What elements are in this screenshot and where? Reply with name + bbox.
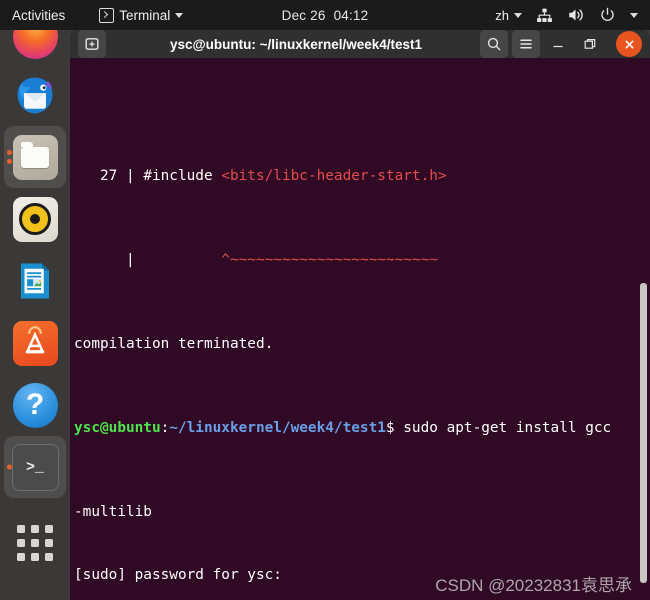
grid-icon [17,525,53,561]
scrollbar-thumb[interactable] [640,283,647,583]
network-wired-icon [537,8,552,22]
terminal-line: | ^~~~~~~~~~~~~~~~~~~~~~~~~ [74,250,650,271]
dock-item-rhythmbox[interactable] [0,188,70,250]
input-source-label: zh [495,7,509,23]
maximize-button[interactable] [576,30,604,58]
menu-button[interactable] [512,30,540,58]
dock-item-thunderbird[interactable] [0,64,70,126]
line-seg: [sudo] password for ysc: [74,567,282,583]
terminal-scrollbar[interactable] [640,58,649,600]
dock-item-help[interactable]: ? [0,374,70,436]
files-icon [12,134,58,180]
prompt-path: ~/linuxkernel/week4/test1 [169,420,386,436]
restore-icon [584,39,596,49]
panel-app-menu[interactable]: Terminal [91,0,191,30]
prompt-colon: : [160,420,170,436]
new-tab-icon [85,38,99,50]
thunderbird-icon [13,73,58,118]
activities-label: Activities [12,7,66,23]
terminal-prompt-line: ysc@ubuntu:~/linuxkernel/week4/test1$ su… [74,418,650,439]
close-button[interactable] [616,31,642,57]
rhythmbox-icon [12,196,58,242]
terminal-icon: >_ [11,443,59,491]
activities-button[interactable]: Activities [0,0,73,30]
screen: Activities Terminal Dec 26 04:12 zh ? >_… [0,0,650,600]
terminal-output-area[interactable]: 27 | #include <bits/libc-header-start.h>… [70,58,650,600]
line-seg: #include [143,168,222,184]
terminal-line: -multilib [74,502,650,523]
clock-time: 04:12 [333,7,369,23]
line-seg: <bits/libc-header-start.h> [221,168,447,184]
line-seg: 27 | [74,168,144,184]
gnome-top-panel: Activities Terminal Dec 26 04:12 zh [0,0,650,30]
minimize-button[interactable] [544,30,572,58]
line-seg: -multilib [74,504,152,520]
line-seg: | [74,252,222,268]
clock-date: Dec 26 [281,7,326,23]
ubuntu-dock: ? >_ [0,13,70,600]
close-icon [625,40,633,48]
line-seg: compilation terminated. [74,336,274,352]
panel-app-label: Terminal [119,7,171,23]
new-tab-button[interactable] [78,30,106,58]
ubuntu-software-icon [12,320,58,366]
running-indicator [7,150,12,164]
volume-icon [569,9,583,21]
terminal-line: 27 | #include <bits/libc-header-start.h> [74,166,650,187]
input-source-indicator[interactable]: zh [489,0,528,30]
power-button[interactable] [593,0,622,30]
terminal-line: [sudo] password for ysc: [74,565,650,586]
dock-item-ubuntu-software[interactable] [0,312,70,374]
show-applications-button[interactable] [0,512,70,574]
line-seg: ^~~~~~~~~~~~~~~~~~~~~~~~~ [221,252,438,268]
prompt-command: sudo apt-get install gcc [394,420,612,436]
hamburger-menu-icon [520,39,532,49]
volume-button[interactable] [561,0,591,30]
window-title: ysc@ubuntu: ~/linuxkernel/week4/test1 [169,36,423,52]
chevron-down-icon [175,12,184,18]
chevron-down-icon [514,12,522,18]
help-icon: ? [12,382,58,428]
terminal-icon [99,7,115,23]
dock-item-libreoffice-writer[interactable] [0,250,70,312]
network-wired-button[interactable] [530,0,559,30]
terminal-text: 27 | #include <bits/libc-header-start.h>… [72,103,650,600]
terminal-window: ysc@ubuntu: ~/linuxkernel/week4/test1 27… [70,30,650,600]
dock-item-terminal[interactable]: >_ [4,436,66,498]
system-menu-button[interactable] [624,0,644,30]
dock-item-firefox[interactable] [0,13,70,64]
prompt-user: ysc@ubuntu [74,420,161,436]
terminal-line: compilation terminated. [74,334,650,355]
dock-item-files[interactable] [4,126,66,188]
libreoffice-writer-icon [13,259,58,304]
search-button[interactable] [480,30,508,58]
prompt-dollar: $ [385,420,395,436]
minimize-icon [553,45,563,48]
terminal-titlebar: ysc@ubuntu: ~/linuxkernel/week4/test1 [70,30,650,58]
chevron-down-icon [630,12,638,18]
search-icon [487,37,501,51]
power-icon [601,7,614,21]
